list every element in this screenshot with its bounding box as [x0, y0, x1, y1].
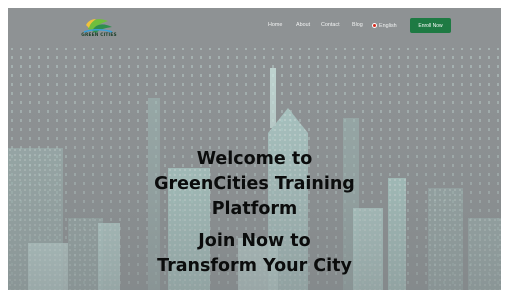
enroll-now-button[interactable]: Enroll Now — [410, 18, 451, 33]
hero-title-line: Platform — [211, 199, 298, 219]
nav-link-home[interactable]: Home — [268, 22, 282, 28]
language-selector[interactable]: English — [372, 21, 397, 30]
hero-section: GREEN CITIES Home About Contact Blog Eng… — [8, 8, 501, 290]
nav-link-blog[interactable]: Blog — [352, 22, 363, 28]
nav-link-about[interactable]: About — [296, 22, 310, 28]
english-flag-icon — [372, 23, 377, 28]
hero-title-line: Welcome to — [196, 149, 313, 169]
hero-cta-text: Join Now to Transform Your City — [8, 229, 501, 279]
logo-text: GREEN CITIES — [81, 33, 117, 38]
nav-link-contact[interactable]: Contact — [321, 22, 340, 28]
language-label: English — [379, 22, 397, 29]
hero-title: Welcome to GreenCities Training Platform — [8, 147, 501, 222]
page: GREEN CITIES Home About Contact Blog Eng… — [0, 0, 510, 293]
hero-cta-line: Join Now to — [198, 231, 311, 251]
navbar: GREEN CITIES Home About Contact Blog Eng… — [8, 8, 501, 44]
hero-cta-line: Transform Your City — [157, 256, 352, 276]
hero-title-line: GreenCities Training — [154, 174, 355, 194]
